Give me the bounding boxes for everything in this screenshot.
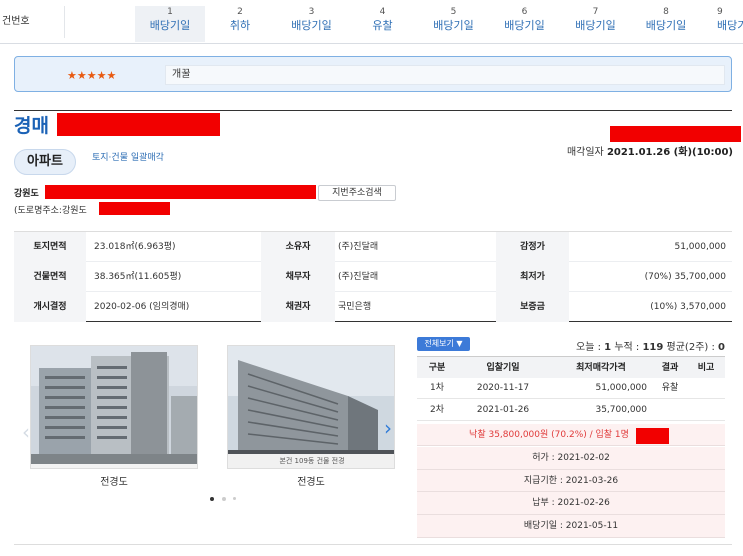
chevron-left-icon[interactable]: ‹ — [22, 422, 30, 442]
total-count: 119 — [642, 342, 664, 353]
deposit-label: 보증금 — [496, 292, 569, 322]
carousel-dot[interactable] — [222, 497, 226, 501]
step-2[interactable]: 2 취하 — [205, 6, 275, 42]
min-price-value: (70%) 35,700,000 — [644, 272, 726, 282]
case-number-label: 건번호 — [2, 16, 30, 27]
creditor-value: 국민은행 — [338, 302, 372, 312]
carousel-dot-active[interactable] — [210, 497, 214, 501]
payment-deadline: 지급기한 : 2021-03-26 — [417, 470, 725, 492]
view-stats: 오늘 : 1 누적 : 119 평균(2주) : 0 — [576, 342, 725, 353]
sale-date-label: 매각일자 — [566, 147, 604, 158]
step-9[interactable]: 9 배당기 — [701, 6, 743, 42]
table-row: 2차 2021-01-26 35,700,000 — [417, 400, 725, 421]
appraisal-value: 51,000,000 — [674, 242, 726, 252]
owner-value: (주)진달래 — [338, 242, 379, 252]
redaction-block — [610, 126, 741, 142]
process-steps-bar: 건번호 1 배당기일 2 취하 3 배당기일 4 유찰 5 배당기일 6 배당기… — [0, 0, 743, 44]
average-count: 0 — [718, 342, 725, 353]
building-photo-right[interactable]: 본건 109동 건물 전경 — [227, 345, 395, 469]
appraisal-label: 감정가 — [496, 232, 569, 262]
dividend-date: 배당기일 : 2021-05-11 — [417, 515, 725, 538]
memo-field[interactable]: 개꿀 — [165, 65, 725, 85]
land-area-label: 토지면적 — [14, 232, 86, 262]
table-header: 구분 입찰기일 최저매각가격 결과 비고 — [417, 356, 725, 378]
view-all-button[interactable]: 전체보기 ▼ — [417, 337, 470, 351]
debtor-value: (주)진달래 — [338, 272, 379, 282]
creditor-label: 채권자 — [261, 292, 335, 322]
table-row: 개시결정 2020-02-06 (임의경매) 채권자 국민은행 보증금 (10%… — [14, 292, 732, 322]
redaction-block — [45, 185, 316, 199]
sale-date: 매각일자 2021.01.26 (화)(10:00) — [567, 143, 733, 158]
rating-stars[interactable]: ★★★★★ — [67, 69, 116, 82]
table-row: 1차 2020-11-17 51,000,000 유찰 — [417, 378, 725, 399]
table-row: 토지면적 23.018㎡(6.963평) 소유자 (주)진달래 감정가 51,0… — [14, 232, 732, 262]
step-5[interactable]: 5 배당기일 — [418, 6, 489, 42]
lot-address: 강원도 — [14, 189, 39, 199]
photo-caption: 전경도 — [297, 477, 325, 488]
building-photo-left[interactable] — [30, 345, 198, 469]
table-row: 건물면적 38.365㎡(11.605평) 채무자 (주)진달래 최저가 (70… — [14, 262, 732, 292]
photo-overlay-text: 본건 109동 건물 전경 — [279, 457, 345, 465]
step-1[interactable]: 1 배당기일 — [135, 6, 205, 42]
commencement-value: 2020-02-06 (임의경매) — [94, 302, 190, 312]
redaction-block — [99, 202, 170, 215]
redaction-block — [636, 428, 669, 444]
min-price-label: 최저가 — [496, 262, 569, 292]
bidding-table: 구분 입찰기일 최저매각가격 결과 비고 1차 2020-11-17 51,00… — [417, 356, 725, 422]
property-type-badge: 아파트 — [14, 149, 76, 175]
step-8[interactable]: 8 배당기일 — [631, 6, 701, 42]
sale-type-label: 토지·건물 일괄매각 — [92, 153, 164, 163]
step-4[interactable]: 4 유찰 — [347, 6, 418, 42]
divider — [14, 110, 732, 111]
divider — [14, 544, 732, 545]
divider — [64, 6, 65, 38]
step-3[interactable]: 3 배당기일 — [276, 6, 347, 42]
owner-label: 소유자 — [261, 232, 335, 262]
building-photo-image — [31, 346, 197, 468]
property-info-table: 토지면적 23.018㎡(6.963평) 소유자 (주)진달래 감정가 51,0… — [14, 231, 732, 322]
step-7[interactable]: 7 배당기일 — [560, 6, 631, 42]
carousel-dot[interactable] — [233, 497, 236, 500]
building-photo-image — [228, 346, 394, 468]
debtor-label: 채무자 — [261, 262, 335, 292]
photo-caption: 전경도 — [100, 477, 128, 488]
deposit-value: (10%) 3,570,000 — [650, 302, 726, 312]
lot-address-search-button[interactable]: 지번주소검색 — [318, 185, 396, 201]
page-title: 경매 — [14, 115, 49, 137]
permit-date: 허가 : 2021-02-02 — [417, 447, 725, 470]
redaction-block — [57, 113, 220, 136]
today-count: 1 — [604, 342, 612, 353]
sold-result: 낙찰 35,800,000원 (70.2%) / 입찰 1명 — [417, 424, 725, 446]
road-address: (도로명주소:강원도 — [14, 206, 87, 216]
building-area-label: 건물면적 — [14, 262, 86, 292]
land-area-value: 23.018㎡(6.963평) — [94, 242, 176, 252]
building-area-value: 38.365㎡(11.605평) — [94, 272, 182, 282]
commencement-label: 개시결정 — [14, 292, 86, 322]
step-6[interactable]: 6 배당기일 — [489, 6, 560, 42]
memo-bar: ★★★★★ 개꿀 — [14, 56, 732, 92]
sale-date-value: 2021.01.26 (화)(10:00) — [606, 147, 733, 158]
chevron-right-icon[interactable]: › — [384, 418, 392, 438]
payment-date: 납부 : 2021-02-26 — [417, 492, 725, 515]
